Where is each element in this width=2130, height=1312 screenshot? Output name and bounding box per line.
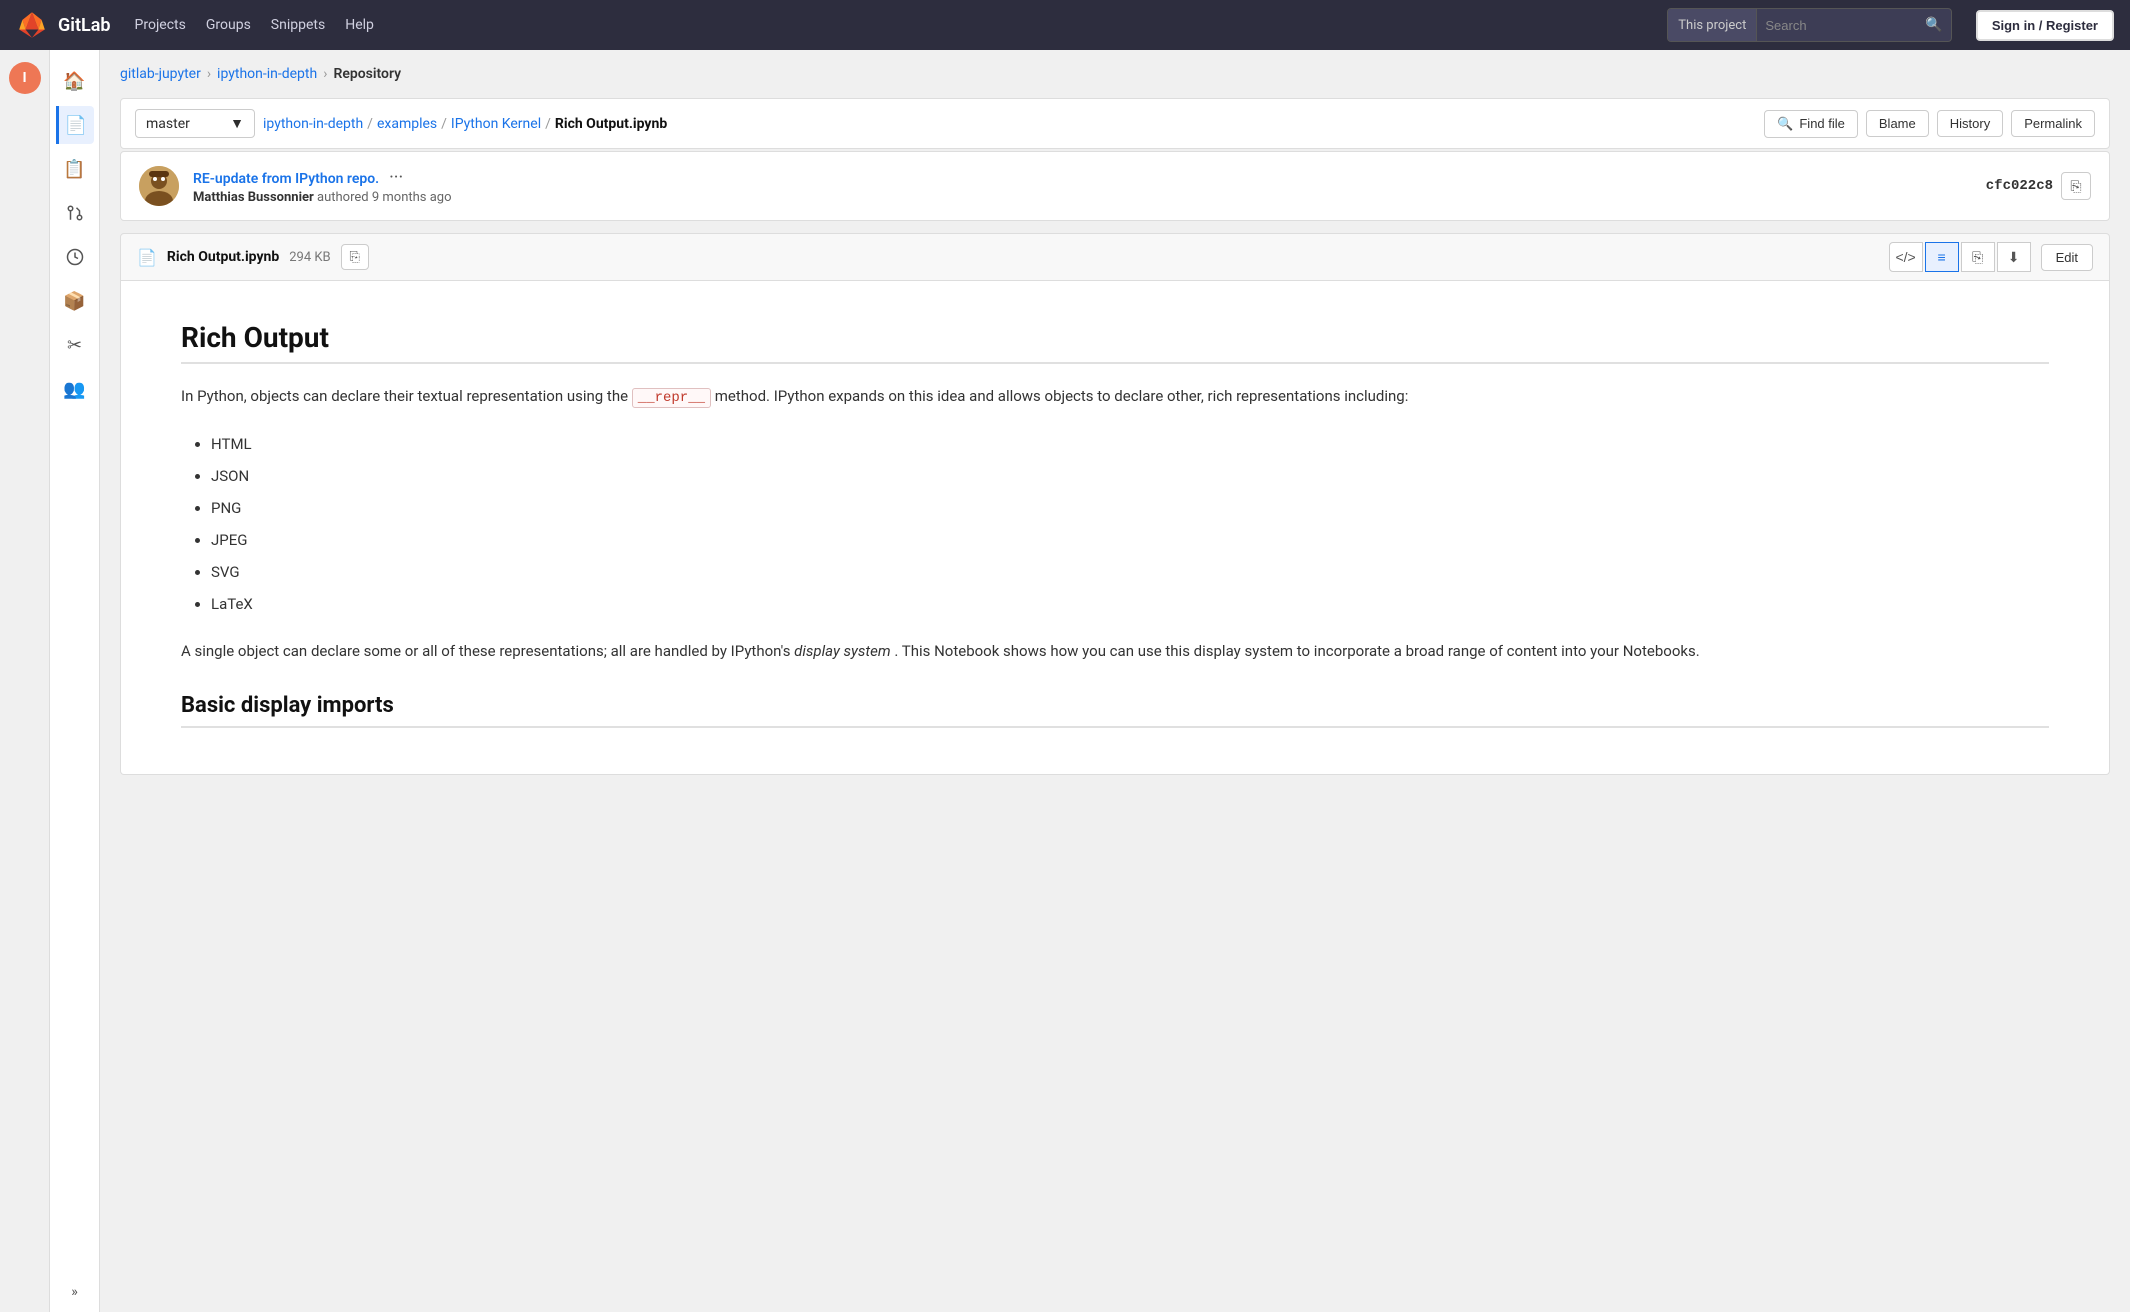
list-item-jpeg: JPEG — [211, 525, 2049, 555]
ref-row: master ▼ ipython-in-depth / examples / I… — [120, 98, 2110, 149]
commit-message[interactable]: RE-update from IPython repo. — [193, 171, 379, 187]
sidebar-item-merge-requests[interactable] — [56, 194, 94, 232]
sidebar-item-members[interactable]: 👥 — [56, 370, 94, 408]
commit-meta: Matthias Bussonnier authored 9 months ag… — [193, 190, 1972, 205]
file-type-icon: 📄 — [137, 248, 157, 267]
list-item-svg: SVG — [211, 557, 2049, 587]
search-scope[interactable]: This project — [1668, 9, 1757, 41]
path-current-file: Rich Output.ipynb — [555, 116, 667, 132]
edit-file-button[interactable]: Edit — [2041, 244, 2093, 271]
file-size: 294 KB — [289, 250, 330, 265]
search-bar: This project 🔍 — [1667, 8, 1952, 42]
nav-snippets[interactable]: Snippets — [271, 17, 325, 33]
notebook-intro-cont-text: method. IPython expands on this idea and… — [715, 387, 1409, 405]
ref-actions: 🔍 Find file Blame History Permalink — [1764, 110, 2095, 138]
view-copy-button[interactable]: ⎘ — [1961, 242, 1995, 272]
commit-authored-text: authored — [317, 190, 372, 205]
file-name: Rich Output.ipynb — [167, 249, 279, 265]
breadcrumb: gitlab-jupyter › ipython-in-depth › Repo… — [120, 66, 2110, 82]
sidebar-item-home[interactable]: 🏠 — [56, 62, 94, 100]
commit-author-avatar — [139, 166, 179, 206]
nav-links: Projects Groups Snippets Help — [135, 17, 1644, 33]
view-download-button[interactable]: ⬇ — [1997, 242, 2031, 272]
find-file-label: Find file — [1799, 116, 1845, 131]
repr-code: __repr__ — [632, 388, 711, 408]
notebook-intro-text: In Python, objects can declare their tex… — [181, 387, 628, 405]
path-sep-0: / — [367, 116, 373, 132]
top-navigation: GitLab Projects Groups Snippets Help Thi… — [0, 0, 2130, 50]
commit-info: RE-update from IPython repo. ··· Matthia… — [193, 167, 1972, 205]
icon-sidebar: 🏠 📄 📋 📦 ✂ 👥 » — [50, 50, 100, 1312]
notebook-para2: A single object can declare some or all … — [181, 639, 2049, 663]
path-part-2[interactable]: IPython Kernel — [451, 116, 541, 132]
breadcrumb-current: Repository — [333, 66, 401, 82]
find-file-button[interactable]: 🔍 Find file — [1764, 110, 1858, 138]
copy-icon-2: ⎘ — [1972, 249, 1983, 266]
sidebar-item-pipelines[interactable] — [56, 238, 94, 276]
signin-button[interactable]: Sign in / Register — [1976, 10, 2114, 41]
sidebar-item-packages[interactable]: 📦 — [56, 282, 94, 320]
user-avatar[interactable]: I — [9, 62, 41, 94]
file-path: ipython-in-depth / examples / IPython Ke… — [263, 116, 1756, 132]
copy-hash-button[interactable]: ⎘ — [2061, 172, 2091, 200]
file-bar: 📄 Rich Output.ipynb 294 KB ⎘ </> ≡ ⎘ ⬇ — [120, 233, 2110, 281]
path-part-1[interactable]: examples — [377, 116, 437, 132]
branch-name: master — [146, 116, 190, 132]
raw-icon: </> — [1895, 249, 1915, 265]
copy-path-button[interactable]: ⎘ — [341, 244, 369, 270]
notebook-content: Rich Output In Python, objects can decla… — [120, 281, 2110, 775]
notebook-intro-para: In Python, objects can declare their tex… — [181, 384, 2049, 409]
brand-name: GitLab — [58, 15, 111, 36]
brand-logo[interactable]: GitLab — [16, 9, 111, 41]
sidebar-item-snippets[interactable]: ✂ — [56, 326, 94, 364]
branch-chevron-icon: ▼ — [230, 115, 244, 132]
breadcrumb-gitlab-jupyter[interactable]: gitlab-jupyter — [120, 66, 201, 82]
view-rendered-button[interactable]: ≡ — [1925, 242, 1959, 272]
search-input[interactable] — [1757, 9, 1917, 41]
page-layout: I 🏠 📄 📋 📦 ✂ 👥 » gitlab-jupyter › ipython… — [0, 50, 2130, 1312]
para2-pre: A single object can declare some or all … — [181, 642, 794, 660]
notebook-section2-title: Basic display imports — [181, 693, 2049, 728]
sidebar-item-repository[interactable]: 📄 — [56, 106, 94, 144]
rich-output-list: HTML JSON PNG JPEG SVG LaTeX — [211, 429, 2049, 619]
nav-projects[interactable]: Projects — [135, 17, 186, 33]
commit-author: Matthias Bussonnier — [193, 190, 314, 205]
path-sep-2: / — [545, 116, 551, 132]
list-item-html: HTML — [211, 429, 2049, 459]
rendered-icon: ≡ — [1938, 249, 1946, 265]
search-icon: 🔍 — [1917, 17, 1950, 33]
para2-post: . This Notebook shows how you can use th… — [894, 642, 1699, 660]
commit-hash: cfc022c8 — [1986, 178, 2053, 194]
copy-path-icon: ⎘ — [349, 249, 359, 265]
commit-hash-area: cfc022c8 ⎘ — [1986, 172, 2091, 200]
find-file-icon: 🔍 — [1777, 116, 1793, 132]
history-button[interactable]: History — [1937, 110, 2003, 137]
download-icon: ⬇ — [2008, 249, 2020, 266]
branch-selector[interactable]: master ▼ — [135, 109, 255, 138]
commit-time: 9 months ago — [372, 190, 452, 205]
breadcrumb-sep-1: › — [207, 66, 211, 82]
nav-help[interactable]: Help — [345, 17, 374, 33]
path-part-0[interactable]: ipython-in-depth — [263, 116, 363, 132]
view-raw-button[interactable]: </> — [1889, 242, 1923, 272]
notebook-title: Rich Output — [181, 321, 2049, 364]
list-item-latex: LaTeX — [211, 589, 2049, 619]
path-sep-1: / — [441, 116, 447, 132]
main-content: gitlab-jupyter › ipython-in-depth › Repo… — [100, 50, 2130, 1312]
para2-italic: display system — [794, 642, 890, 660]
list-item-json: JSON — [211, 461, 2049, 491]
commit-dots[interactable]: ··· — [383, 167, 409, 188]
list-item-png: PNG — [211, 493, 2049, 523]
file-view-icons: </> ≡ ⎘ ⬇ Edit — [1889, 242, 2093, 272]
permalink-button[interactable]: Permalink — [2011, 110, 2095, 137]
breadcrumb-sep-2: › — [323, 66, 327, 82]
avatar-sidebar: I — [0, 50, 50, 1312]
nav-groups[interactable]: Groups — [206, 17, 251, 33]
sidebar-item-issues[interactable]: 📋 — [56, 150, 94, 188]
breadcrumb-ipython-in-depth[interactable]: ipython-in-depth — [217, 66, 317, 82]
blame-button[interactable]: Blame — [1866, 110, 1929, 137]
sidebar-expand-button[interactable]: » — [71, 1284, 78, 1300]
copy-icon: ⎘ — [2070, 178, 2081, 195]
commit-card: RE-update from IPython repo. ··· Matthia… — [120, 151, 2110, 221]
